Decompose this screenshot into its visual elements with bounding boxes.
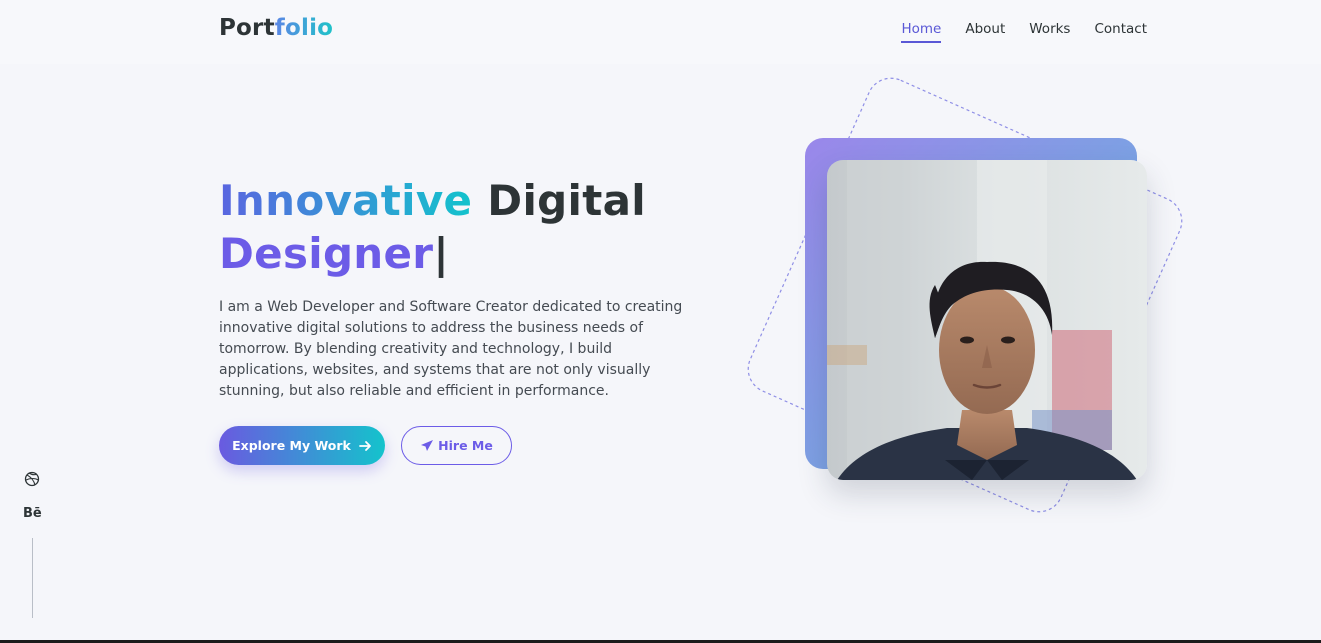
nav-works-link[interactable]: Works <box>1029 21 1070 43</box>
nav-home-link[interactable]: Home <box>901 21 942 43</box>
main-nav: Home About Works Contact <box>901 21 1147 43</box>
hero-title: Innovative Digital Designer| <box>219 174 779 280</box>
hero-description: I am a Web Developer and Software Creato… <box>219 299 683 399</box>
hire-me-button[interactable]: Hire Me <box>401 426 512 465</box>
hero-title-word-2: Digital <box>487 176 646 225</box>
profile-photo <box>827 160 1147 480</box>
paper-plane-icon <box>421 440 434 451</box>
explore-work-button[interactable]: Explore My Work <box>219 426 385 465</box>
logo[interactable]: Portfolio <box>219 15 333 41</box>
portrait-illustration <box>827 160 1147 480</box>
logo-part-1: Port <box>219 15 275 41</box>
behance-icon[interactable]: Bē <box>23 506 42 521</box>
hero-title-word-3: Designer <box>219 229 434 278</box>
logo-part-2: folio <box>274 15 334 41</box>
dribbble-icon[interactable] <box>24 471 40 487</box>
arrow-right-icon <box>358 440 371 451</box>
site-header: Portfolio Home About Works Contact <box>0 0 1321 64</box>
explore-work-label: Explore My Work <box>232 438 351 453</box>
nav-about-link[interactable]: About <box>965 21 1005 43</box>
nav-contact-link[interactable]: Contact <box>1094 21 1147 43</box>
typing-cursor: | <box>433 229 449 278</box>
social-divider-line <box>32 538 33 618</box>
hire-me-label: Hire Me <box>438 438 493 453</box>
page: Portfolio Home About Works Contact Innov… <box>0 0 1321 643</box>
hero-title-word-1: Innovative <box>219 176 473 225</box>
